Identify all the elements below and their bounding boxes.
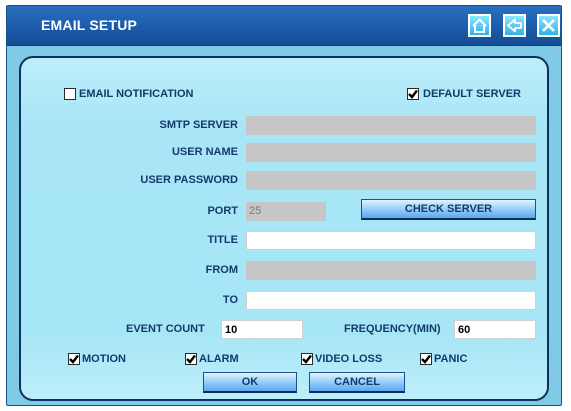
video-loss-label: VIDEO LOSS [315,353,383,365]
user-name-label: USER NAME [171,146,238,158]
default-server-checkbox[interactable] [407,88,419,100]
port-field[interactable]: 25 [246,202,326,221]
motion-label: MOTION [82,353,126,365]
email-notification-checkbox[interactable] [64,88,76,100]
back-arrow-icon [506,17,523,34]
email-notification-label: EMAIL NOTIFICATION [79,88,194,100]
close-icon [540,17,557,34]
user-password-label: USER PASSWORD [140,174,238,186]
video-loss-checkbox[interactable] [301,353,313,365]
panic-checkbox[interactable] [420,353,432,365]
home-icon [471,17,488,34]
settings-panel: EMAIL NOTIFICATION DEFAULT SERVER SMTP S… [19,56,549,401]
frequency-label: FREQUENCY(MIN) [344,323,441,335]
default-server-label: DEFAULT SERVER [423,88,521,100]
title-label: TITLE [207,234,238,246]
panic-label: PANIC [434,353,468,365]
alarm-checkbox[interactable] [185,353,197,365]
title-bar: EMAIL SETUP [7,6,561,46]
smtp-server-label: SMTP SERVER [159,119,238,131]
check-server-button[interactable]: CHECK SERVER [361,199,536,220]
user-name-field[interactable] [246,143,536,162]
from-field[interactable] [246,261,536,280]
alarm-label: ALARM [199,353,239,365]
event-count-label: EVENT COUNT [126,323,205,335]
home-button[interactable] [468,14,491,37]
cancel-button[interactable]: CANCEL [309,372,405,393]
to-field[interactable] [246,291,536,310]
user-password-field[interactable] [246,171,536,190]
from-label: FROM [205,264,238,276]
window-title: EMAIL SETUP [41,17,138,33]
event-count-field[interactable]: 10 [221,320,303,339]
port-label: PORT [207,205,238,217]
close-button[interactable] [537,14,560,37]
back-button[interactable] [503,14,526,37]
to-label: TO [222,294,238,306]
title-field[interactable] [246,231,536,250]
email-setup-window: EMAIL SETUP EMAIL NOTIFICATION DEFAULT S… [6,5,562,406]
frequency-field[interactable]: 60 [454,320,536,339]
smtp-server-field[interactable] [246,116,536,135]
motion-checkbox[interactable] [68,353,80,365]
ok-button[interactable]: OK [203,372,297,393]
